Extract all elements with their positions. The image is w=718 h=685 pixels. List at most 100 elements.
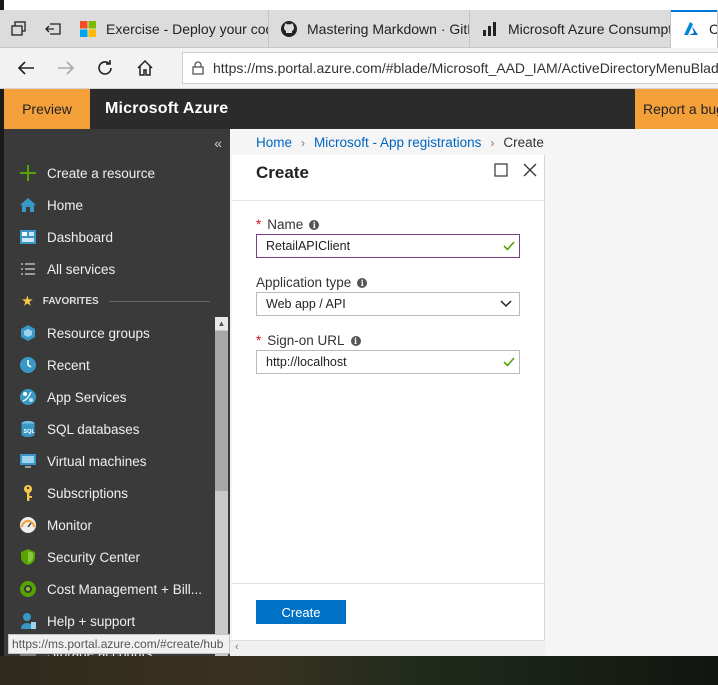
sidebar-item-monitor[interactable]: Monitor xyxy=(4,509,214,541)
preview-badge[interactable]: Preview xyxy=(4,89,90,129)
back-arrow-icon xyxy=(17,61,34,75)
address-bar[interactable]: https://ms.portal.azure.com/#blade/Micro… xyxy=(182,52,718,84)
sidebar-item-app-services[interactable]: App Services xyxy=(4,381,214,413)
plus-icon xyxy=(18,163,38,183)
app-type-label: Application type i xyxy=(256,275,368,290)
name-value: RetailAPIClient xyxy=(266,239,351,253)
sidebar-item-all-services[interactable]: All services xyxy=(4,253,214,285)
active-tab-indicator xyxy=(671,10,717,12)
sidebar-item-recent[interactable]: Recent xyxy=(4,349,214,381)
sidebar-item-label: Help + support xyxy=(47,613,136,629)
sidebar-item-label: Home xyxy=(47,197,84,213)
tab-exercise[interactable]: Exercise - Deploy your code xyxy=(68,10,269,48)
set-tabs-aside-button[interactable] xyxy=(38,10,68,48)
signon-url-input[interactable]: http://localhost xyxy=(256,350,520,374)
sidebar-item-label: SQL databases xyxy=(47,421,140,437)
status-bar-url: https://ms.portal.azure.com/#create/hub xyxy=(8,634,230,654)
forward-button[interactable] xyxy=(54,56,78,80)
breadcrumb-current: Create xyxy=(503,135,544,150)
app-services-icon xyxy=(18,387,38,407)
forward-arrow-icon xyxy=(58,61,75,75)
collapse-sidebar-button[interactable]: « xyxy=(214,135,222,151)
scroll-up-arrow-icon[interactable]: ▲ xyxy=(215,317,228,330)
tabs-aside-icon xyxy=(45,23,61,35)
sidebar-item-resource-groups[interactable]: Resource groups xyxy=(4,317,214,349)
sidebar-item-label: Dashboard xyxy=(47,229,114,245)
home-button[interactable] xyxy=(133,56,157,80)
sidebar-item-label: Virtual machines xyxy=(47,453,147,469)
sidebar-scroll-thumb[interactable] xyxy=(215,331,228,491)
sidebar: « Create a resource Home Dashboard All s… xyxy=(4,129,230,656)
signon-url-label: * Sign-on URL i xyxy=(256,333,361,348)
sidebar-item-label: Resource groups xyxy=(47,325,150,341)
sidebar-item-label: Security Center xyxy=(47,549,141,565)
virtual-machine-icon xyxy=(18,451,38,471)
gauge-icon xyxy=(18,515,38,535)
sidebar-item-security-center[interactable]: Security Center xyxy=(4,541,214,573)
breadcrumb-chevron-icon: › xyxy=(490,135,495,150)
breadcrumb-app-registrations[interactable]: Microsoft - App registrations xyxy=(314,135,481,150)
app-type-select[interactable]: Web app / API xyxy=(256,292,520,316)
sidebar-item-subscriptions[interactable]: Subscriptions xyxy=(4,477,214,509)
home-icon xyxy=(137,59,153,76)
sidebar-item-label: Cost Management + Bill... xyxy=(47,581,202,597)
sidebar-item-dashboard[interactable]: Dashboard xyxy=(4,221,214,253)
browser-tab-bar: Exercise - Deploy your code Mastering Ma… xyxy=(0,10,718,48)
clock-icon xyxy=(18,355,38,375)
list-icon xyxy=(18,259,38,279)
home-icon xyxy=(18,195,38,215)
maximize-button[interactable] xyxy=(494,163,510,179)
bar-chart-icon xyxy=(482,21,498,37)
tab-consumption[interactable]: Microsoft Azure Consumptic xyxy=(470,10,671,48)
tab-create-active[interactable]: Cr xyxy=(671,10,718,48)
create-button[interactable]: Create xyxy=(256,600,346,624)
help-support-icon xyxy=(18,611,38,631)
close-button[interactable] xyxy=(523,163,539,179)
back-button[interactable] xyxy=(14,56,38,80)
desktop-background xyxy=(0,656,718,685)
refresh-button[interactable] xyxy=(93,56,117,80)
scroll-left-arrow-icon[interactable]: ‹ xyxy=(235,641,239,653)
info-icon[interactable]: i xyxy=(357,277,368,288)
tab-actions-button[interactable] xyxy=(4,10,34,48)
shield-icon xyxy=(18,547,38,567)
breadcrumb-home[interactable]: Home xyxy=(256,135,292,150)
horizontal-scrollbar[interactable]: ‹ xyxy=(230,640,545,656)
dashboard-icon xyxy=(18,227,38,247)
name-label-text: Name xyxy=(267,217,304,232)
info-icon[interactable]: i xyxy=(309,219,320,230)
app-type-label-text: Application type xyxy=(256,275,352,290)
tab-markdown[interactable]: Mastering Markdown · GitH xyxy=(269,10,470,48)
sidebar-scrollbar[interactable]: ▲ xyxy=(215,317,228,656)
window-top-strip xyxy=(0,0,718,10)
required-asterisk: * xyxy=(256,217,262,232)
portal-brand[interactable]: Microsoft Azure xyxy=(105,89,228,129)
sidebar-item-virtual-machines[interactable]: Virtual machines xyxy=(4,445,214,477)
breadcrumb: Home › Microsoft - App registrations › C… xyxy=(256,135,544,150)
report-bug-button[interactable]: Report a bug xyxy=(635,89,718,129)
close-icon xyxy=(523,163,537,177)
sidebar-item-home[interactable]: Home xyxy=(4,189,214,221)
cost-management-icon xyxy=(18,579,38,599)
breadcrumb-chevron-icon: › xyxy=(301,135,306,150)
favorites-header: ★ FAVORITES xyxy=(4,293,214,309)
sidebar-item-create-resource[interactable]: Create a resource xyxy=(4,157,214,189)
chevron-down-icon xyxy=(500,300,512,308)
github-icon xyxy=(281,21,297,37)
tab-actions-icon xyxy=(11,21,26,36)
sidebar-item-label: Subscriptions xyxy=(47,485,129,501)
main-content: Home › Microsoft - App registrations › C… xyxy=(230,129,718,656)
name-label: * Name i xyxy=(256,217,320,232)
sidebar-item-label: All services xyxy=(47,261,116,277)
app-type-value: Web app / API xyxy=(266,297,346,311)
sidebar-item-help-support[interactable]: Help + support xyxy=(4,605,214,637)
info-icon[interactable]: i xyxy=(350,335,361,346)
sidebar-item-sql-databases[interactable]: SQL SQL databases xyxy=(4,413,214,445)
sidebar-item-cost-management[interactable]: Cost Management + Bill... xyxy=(4,573,214,605)
key-icon xyxy=(18,483,38,503)
tab-title: Mastering Markdown · GitH xyxy=(307,21,470,37)
name-input[interactable]: RetailAPIClient xyxy=(256,234,520,258)
checkmark-icon xyxy=(503,357,515,367)
sidebar-item-label: Create a resource xyxy=(47,165,156,181)
blade-title: Create xyxy=(256,163,309,182)
